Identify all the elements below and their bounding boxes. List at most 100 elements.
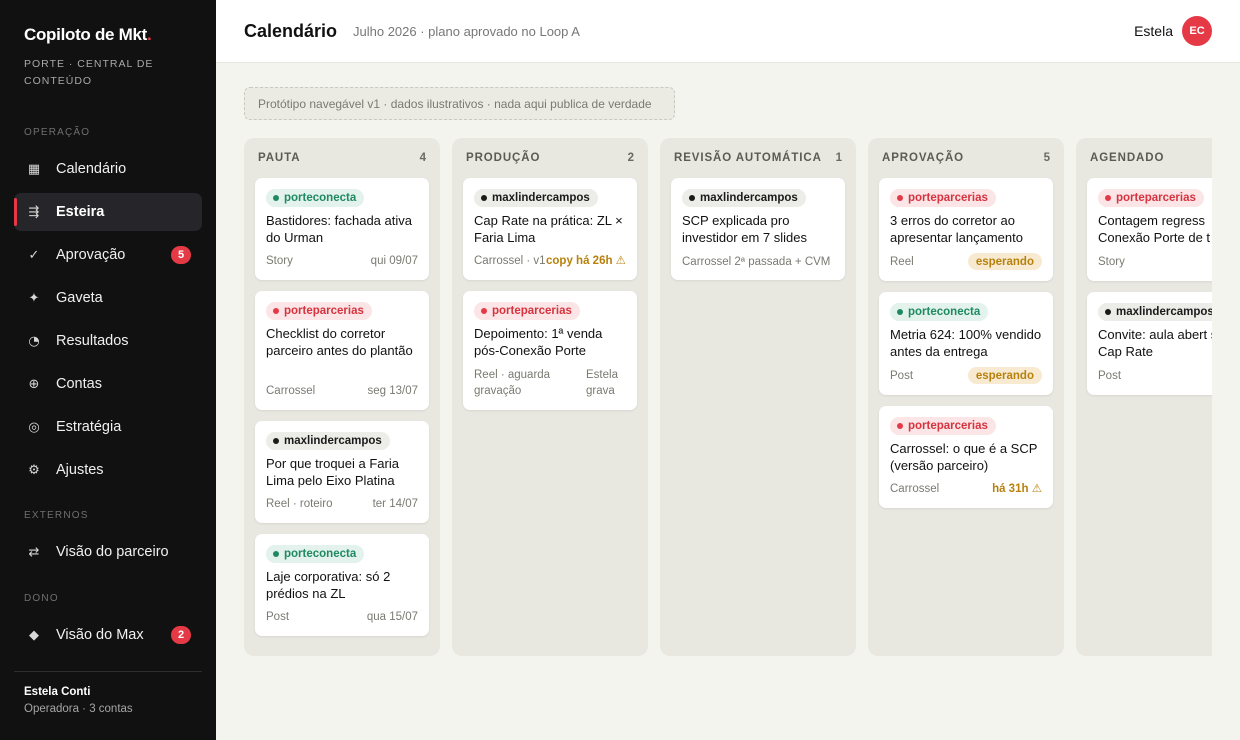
card-title: 3 erros do corretor ao apresentar lançam… xyxy=(890,213,1023,245)
prototype-notice: Protótipo navegável v1 · dados ilustrati… xyxy=(244,87,675,120)
column-count: 1 xyxy=(835,152,842,164)
account-dot-icon xyxy=(897,309,903,315)
content-card[interactable]: porteparcerias Checklist do corretor par… xyxy=(255,291,429,410)
column-count: 2 xyxy=(627,152,634,164)
brand-logo[interactable]: Copiloto de Mkt. xyxy=(24,25,152,45)
column-producao: PRODUÇÃO 2 maxlindercampos Cap Rate na pr… xyxy=(452,138,648,656)
card-format: Carrossel xyxy=(266,385,316,397)
brand-subtitle: PORTE · CENTRAL DE CONTEÚDO xyxy=(24,58,154,87)
sidebar-item-resultados[interactable]: ◔ Resultados xyxy=(14,322,202,360)
card-title: Cap Rate na prática: ZL × Faria Lima xyxy=(474,213,623,245)
card-title: Convite: aula abert sobre Cap Rate xyxy=(1098,327,1212,359)
card-date: qui 09/07 xyxy=(370,255,418,267)
content-card[interactable]: maxlindercampos Cap Rate na prática: ZL … xyxy=(463,178,637,280)
card-format: Carrossel xyxy=(890,483,940,495)
account-dot-icon xyxy=(689,195,695,201)
card-format: Post xyxy=(266,611,290,623)
column-count: 4 xyxy=(419,152,426,164)
avatar[interactable]: EC xyxy=(1182,16,1212,46)
card-format: Post xyxy=(1098,370,1122,382)
card-date: qua 15/07 xyxy=(366,611,418,623)
account-dot-icon xyxy=(273,551,279,557)
sidebar-item-visao-max[interactable]: ◆ Visão do Max 2 xyxy=(14,616,202,654)
card-format: Reel xyxy=(890,256,914,268)
sidebar-item-estrategia[interactable]: ◎ Estratégia xyxy=(14,408,202,446)
page-subtitle: Julho 2026 · plano aprovado no Loop A xyxy=(353,24,580,39)
account-tag: porteconecta xyxy=(266,545,365,563)
card-format: Post xyxy=(890,370,914,382)
column-title: REVISÃO AUTOMÁTICA xyxy=(674,152,822,164)
content-card[interactable]: maxlindercampos SCP explicada pro invest… xyxy=(671,178,845,280)
content-card[interactable]: porteconecta Metria 624: 100% vendido an… xyxy=(879,292,1053,395)
card-title: Por que troquei a Faria Lima pelo Eixo P… xyxy=(266,456,399,488)
content-card[interactable]: porteparcerias Contagem regress Conexão … xyxy=(1087,178,1212,281)
sidebar-divider xyxy=(14,671,202,672)
status-badge: esperando xyxy=(967,253,1042,270)
header-user-name[interactable]: Estela xyxy=(1134,23,1173,39)
content-card[interactable]: maxlindercampos Convite: aula abert sobr… xyxy=(1087,292,1212,395)
account-dot-icon xyxy=(1105,195,1111,201)
content-card[interactable]: porteconecta Laje corporativa: só 2 préd… xyxy=(255,534,429,636)
card-title: Laje corporativa: só 2 prédios na ZL xyxy=(266,569,391,601)
card-format: Story xyxy=(1098,256,1125,268)
account-dot-icon xyxy=(273,195,279,201)
card-title: Bastidores: fachada ativa do Urman xyxy=(266,213,412,245)
account-tag: porteparcerias xyxy=(1098,189,1204,207)
account-tag: maxlindercampos xyxy=(682,189,806,207)
column-title: PRODUÇÃO xyxy=(466,152,541,164)
account-dot-icon xyxy=(481,308,487,314)
column-agendado: AGENDADO porteparcerias Contagem regress… xyxy=(1076,138,1212,656)
top-header: Calendário Julho 2026 · plano aprovado n… xyxy=(216,0,1240,63)
account-tag: maxlindercampos xyxy=(474,189,598,207)
card-date: seg 13/07 xyxy=(367,385,418,397)
content-card[interactable]: porteconecta Bastidores: fachada ativa d… xyxy=(255,178,429,280)
sidebar-user-meta: Operadora · 3 contas xyxy=(24,703,133,715)
card-owner: Estela grava xyxy=(586,369,618,397)
card-title: Carrossel: o que é a SCP (versão parceir… xyxy=(890,441,1038,473)
sparkle-icon: ✦ xyxy=(28,290,40,306)
aprovacao-badge: 5 xyxy=(171,246,191,264)
diamond-icon: ◆ xyxy=(29,627,39,643)
column-title: APROVAÇÃO xyxy=(882,152,965,164)
column-title: AGENDADO xyxy=(1090,152,1165,164)
card-format: Carrossel · v1 xyxy=(474,255,546,267)
status-badge: esperando xyxy=(967,367,1042,384)
content-card[interactable]: porteparcerias 3 erros do corretor ao ap… xyxy=(879,178,1053,281)
pie-chart-icon: ◔ xyxy=(28,333,40,349)
visao-max-badge: 2 xyxy=(171,626,191,644)
gear-icon: ⚙ xyxy=(28,462,40,478)
sidebar-item-calendario[interactable]: ▦ Calendário xyxy=(14,150,202,188)
sidebar-item-esteira[interactable]: ⇶ Esteira xyxy=(14,193,202,231)
calendar-icon: ▦ xyxy=(27,161,41,177)
column-revisao-automatica: REVISÃO AUTOMÁTICA 1 maxlindercampos SCP … xyxy=(660,138,856,656)
content-card[interactable]: maxlindercampos Por que troquei a Faria … xyxy=(255,421,429,523)
section-label-dono: DONO xyxy=(24,593,59,604)
account-tag: porteconecta xyxy=(890,303,989,321)
card-format: Reel · roteiro xyxy=(266,498,333,510)
column-count: 5 xyxy=(1043,152,1050,164)
sidebar-user-name: Estela Conti xyxy=(24,686,91,698)
card-format: Reel · aguarda gravação xyxy=(474,369,551,397)
account-dot-icon xyxy=(273,438,279,444)
account-tag: porteparcerias xyxy=(266,302,372,320)
column-aprovacao: APROVAÇÃO 5 porteparcerias 3 erros do cor… xyxy=(868,138,1064,656)
sidebar-item-visao-parceiro[interactable]: ⇄ Visão do parceiro xyxy=(14,533,202,571)
section-label-operacao: OPERAÇÃO xyxy=(24,127,91,138)
sidebar-item-ajustes[interactable]: ⚙ Ajustes xyxy=(14,451,202,489)
card-title: Depoimento: 1ª venda pós-Conexão Porte xyxy=(474,326,603,358)
account-dot-icon xyxy=(481,195,487,201)
content-card[interactable]: porteparcerias Carrossel: o que é a SCP … xyxy=(879,406,1053,508)
card-date: ter 14/07 xyxy=(372,498,418,510)
page-title: Calendário xyxy=(244,21,338,41)
card-format: Story xyxy=(266,255,293,267)
sidebar-item-gaveta[interactable]: ✦ Gaveta xyxy=(14,279,202,317)
content-card[interactable]: porteparcerias Depoimento: 1ª venda pós-… xyxy=(463,291,637,410)
account-dot-icon xyxy=(897,195,903,201)
account-dot-icon xyxy=(273,308,279,314)
copy-warning: copy há 26h ⚠ xyxy=(546,255,626,267)
sidebar-item-contas[interactable]: ⊕ Contas xyxy=(14,365,202,403)
section-label-externos: EXTERNOS xyxy=(24,510,89,521)
sidebar-item-aprovacao[interactable]: ✓ Aprovação 5 xyxy=(14,236,202,274)
account-tag: porteconecta xyxy=(266,189,365,207)
column-title: PAUTA xyxy=(258,152,301,164)
